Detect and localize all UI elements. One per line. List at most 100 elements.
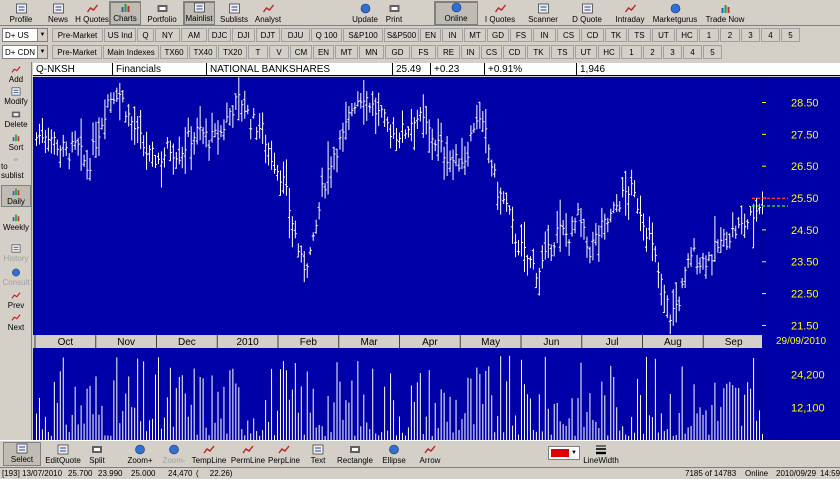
sidebar-modify-button[interactable]: Modify [1, 84, 31, 106]
sidebar-add-button[interactable]: Add [1, 62, 31, 84]
sidebar-history-button[interactable]: History [1, 241, 31, 263]
us-symbol-3-button[interactable]: 3 [741, 28, 760, 42]
draw-zoom-button[interactable]: Zoom+ [123, 442, 157, 466]
toolbar-d-quote-button[interactable]: D Quote [569, 1, 605, 25]
cdn-symbol-fs-button[interactable]: FS [411, 45, 436, 59]
cdn-symbol-1-button[interactable]: 1 [621, 45, 642, 59]
chevron-down-icon[interactable]: ▼ [37, 29, 47, 41]
toolbar-portfolio-button[interactable]: Portfolio [143, 1, 181, 25]
chevron-down-icon[interactable]: ▼ [569, 447, 579, 459]
sidebar-weekly-button[interactable]: Weekly [1, 210, 31, 232]
cdn-symbol-re-button[interactable]: RE [437, 45, 460, 59]
line-width-button[interactable]: LineWidth [583, 442, 619, 466]
sidebar-prev-button[interactable]: Prev [1, 288, 31, 310]
cdn-symbol-cd-button[interactable]: CD [503, 45, 526, 59]
sidebar-delete-button[interactable]: Delete [1, 107, 31, 129]
us-symbol-mt-button[interactable]: MT [464, 28, 486, 42]
us-symbol-djt-button[interactable]: DJT [256, 28, 280, 42]
us-symbol-ts-button[interactable]: TS [628, 28, 651, 42]
us-symbol-in-button[interactable]: IN [442, 28, 463, 42]
us-symbol-cs-button[interactable]: CS [557, 28, 580, 42]
us-symbol-ut-button[interactable]: UT [652, 28, 675, 42]
toolbar-scanner-button[interactable]: Scanner [524, 1, 562, 25]
color-picker[interactable]: ▼ [548, 446, 580, 460]
us-symbol-s-p100-button[interactable]: S&P100 [343, 28, 383, 42]
cdn-symbol-5-button[interactable]: 5 [703, 45, 722, 59]
cdn-symbol-cs-button[interactable]: CS [481, 45, 502, 59]
draw-split-button[interactable]: Split [86, 442, 108, 466]
cdn-market-select[interactable]: D+ CDN ▼ [2, 45, 48, 59]
us-symbol-pre-market-button[interactable]: Pre-Market [52, 28, 103, 42]
toolbar-mainlist-button[interactable]: Mainlist [183, 1, 215, 25]
cdn-symbol-v-button[interactable]: V [269, 45, 289, 59]
price-chart-panel[interactable]: 28.50 27.50 26.50 25.50 24.50 23.50 22.50 21.50 [33, 77, 840, 335]
cdn-symbol-4-button[interactable]: 4 [683, 45, 702, 59]
toolbar-update-button[interactable]: Update [350, 1, 380, 25]
sidebar-daily-button[interactable]: Daily [1, 185, 31, 207]
volume-chart-panel[interactable]: 24,200 12,100 [33, 348, 840, 440]
us-symbol-fs-button[interactable]: FS [510, 28, 532, 42]
us-symbol-5-button[interactable]: 5 [781, 28, 800, 42]
us-symbol-hc-button[interactable]: HC [676, 28, 698, 42]
toolbar-online-button[interactable]: Online [434, 1, 478, 25]
us-symbol-ny-button[interactable]: NY [155, 28, 180, 42]
toolbar-charts-button[interactable]: Charts [109, 1, 141, 25]
volume-chart-svg[interactable]: 24,200 12,100 [33, 348, 840, 440]
cdn-symbol-tx20-button[interactable]: TX20 [218, 45, 247, 59]
cdn-symbol-cm-button[interactable]: CM [290, 45, 312, 59]
cdn-symbol-2-button[interactable]: 2 [643, 45, 662, 59]
draw-perpline-button[interactable]: PerpLine [268, 442, 300, 466]
draw-editquote-button[interactable]: EditQuote [43, 442, 83, 466]
us-symbol-dju-button[interactable]: DJU [281, 28, 310, 42]
draw-permline-button[interactable]: PermLine [230, 442, 266, 466]
cdn-symbol-en-button[interactable]: EN [313, 45, 334, 59]
draw-zoom-button[interactable]: Zoom- [160, 442, 188, 466]
toolbar-news-button[interactable]: News [40, 1, 76, 25]
sidebar-sort-button[interactable]: Sort [1, 130, 31, 152]
cdn-symbol-mn-button[interactable]: MN [359, 45, 384, 59]
us-market-select[interactable]: D+ US ▼ [2, 28, 48, 42]
cdn-symbol-hc-button[interactable]: HC [598, 45, 620, 59]
toolbar-print-button[interactable]: Print [380, 1, 408, 25]
us-symbol-djc-button[interactable]: DJC [208, 28, 231, 42]
us-symbol-q-100-button[interactable]: Q 100 [311, 28, 342, 42]
cdn-symbol-pre-market-button[interactable]: Pre-Market [52, 45, 102, 59]
draw-select-button[interactable]: Select [3, 442, 41, 466]
price-chart-svg[interactable]: 28.50 27.50 26.50 25.50 24.50 23.50 22.50 21.50 [33, 77, 840, 335]
us-symbol-dji-button[interactable]: DJI [232, 28, 255, 42]
us-symbol-4-button[interactable]: 4 [761, 28, 780, 42]
us-symbol-gd-button[interactable]: GD [487, 28, 509, 42]
chevron-down-icon[interactable]: ▼ [37, 46, 47, 58]
us-symbol-am-button[interactable]: AM [181, 28, 207, 42]
us-symbol-q-button[interactable]: Q [137, 28, 154, 42]
toolbar-trade-now-button[interactable]: Trade Now [702, 1, 748, 25]
cdn-symbol-main-indexes-button[interactable]: Main Indexes [103, 45, 159, 59]
cdn-symbol-ts-button[interactable]: TS [551, 45, 574, 59]
us-symbol-en-button[interactable]: EN [420, 28, 441, 42]
cdn-symbol-mt-button[interactable]: MT [335, 45, 358, 59]
toolbar-sublists-button[interactable]: Sublists [218, 1, 250, 25]
cdn-symbol-tx40-button[interactable]: TX40 [189, 45, 217, 59]
cdn-symbol-tk-button[interactable]: TK [527, 45, 550, 59]
us-symbol-cd-button[interactable]: CD [581, 28, 604, 42]
sidebar-next-button[interactable]: Next [1, 310, 31, 332]
sidebar-consult-button[interactable]: Consult [1, 265, 31, 287]
us-symbol-1-button[interactable]: 1 [699, 28, 719, 42]
draw-rectangle-button[interactable]: Rectangle [336, 442, 374, 466]
draw-arrow-button[interactable]: Arrow [414, 442, 446, 466]
draw-templine-button[interactable]: TempLine [191, 442, 227, 466]
toolbar-analyst-button[interactable]: Analyst [252, 1, 284, 25]
cdn-symbol-tx60-button[interactable]: TX60 [160, 45, 188, 59]
draw-text-button[interactable]: Text [304, 442, 332, 466]
toolbar-i-quotes-button[interactable]: I Quotes [480, 1, 520, 25]
us-symbol-tk-button[interactable]: TK [605, 28, 627, 42]
us-symbol-s-p500-button[interactable]: S&P500 [384, 28, 419, 42]
cdn-symbol-ut-button[interactable]: UT [575, 45, 597, 59]
toolbar-h-quotes-button[interactable]: H Quotes [75, 1, 109, 25]
cdn-symbol-in-button[interactable]: IN [461, 45, 480, 59]
cdn-symbol-3-button[interactable]: 3 [663, 45, 682, 59]
toolbar-profile-button[interactable]: Profile [3, 1, 39, 25]
cdn-symbol-gd-button[interactable]: GD [385, 45, 410, 59]
sidebar-to-sublist-button[interactable]: to sublist [1, 158, 31, 180]
draw-ellipse-button[interactable]: Ellipse [378, 442, 410, 466]
